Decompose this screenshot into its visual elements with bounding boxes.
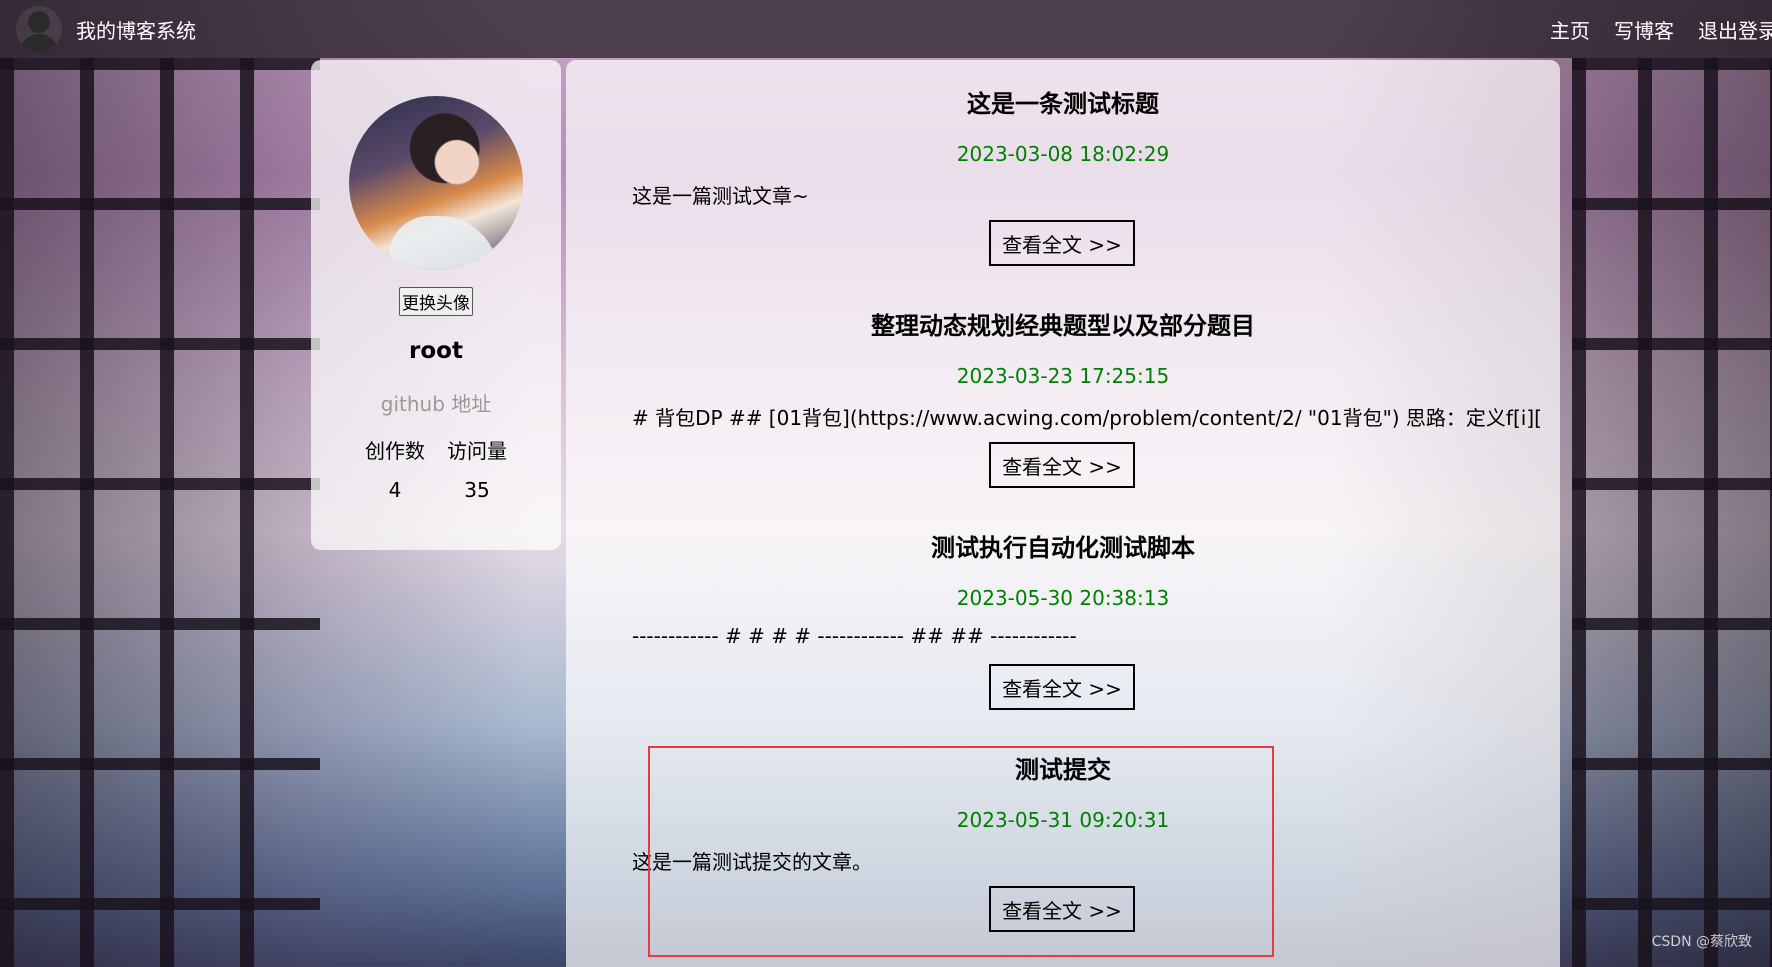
profile-stats: 创作数 4 访问量 35 xyxy=(311,435,561,502)
nav-links: 主页 写博客 退出登录 xyxy=(1526,0,1772,58)
article-list: 这是一条测试标题 2023-03-08 18:02:29 这是一篇测试文章~ 查… xyxy=(566,60,1560,967)
stat-value: 4 xyxy=(388,478,402,502)
article-summary: 这是一篇测试文章~ xyxy=(632,184,809,208)
background-window-frame-right xyxy=(1572,58,1772,967)
article-date: 2023-05-30 20:38:13 xyxy=(956,586,1170,610)
article-date: 2023-03-23 17:25:15 xyxy=(956,364,1170,388)
github-link[interactable]: github 地址 xyxy=(311,388,561,417)
watermark: CSDN @蔡欣致 xyxy=(1651,934,1752,950)
read-more-button[interactable]: 查看全文 >> xyxy=(989,886,1135,932)
change-avatar-button[interactable]: 更换头像 xyxy=(399,287,473,316)
article-item: 这是一条测试标题 2023-03-08 18:02:29 这是一篇测试文章~ 查… xyxy=(566,60,1560,282)
stat-label: 访问量 xyxy=(447,439,507,463)
nav-logout-link[interactable]: 退出登录 xyxy=(1698,15,1772,44)
article-date: 2023-05-31 09:20:31 xyxy=(956,808,1170,832)
nav-home-link[interactable]: 主页 xyxy=(1550,15,1590,44)
avatar xyxy=(349,96,523,270)
article-item: 整理动态规划经典题型以及部分题目 2023-03-23 17:25:15 # 背… xyxy=(566,282,1560,504)
nav-write-blog-link[interactable]: 写博客 xyxy=(1614,15,1674,44)
article-title: 测试执行自动化测试脚本 xyxy=(931,534,1195,562)
navigation-bar: 我的博客系统 主页 写博客 退出登录 xyxy=(0,0,1772,58)
article-date: 2023-03-08 18:02:29 xyxy=(956,142,1170,166)
stat-value: 35 xyxy=(464,478,490,502)
article-title: 整理动态规划经典题型以及部分题目 xyxy=(871,312,1255,340)
background-window-frame-left xyxy=(0,58,320,967)
stat-views: 访问量 35 xyxy=(436,435,518,502)
profile-card: 更换头像 root github 地址 创作数 4 访问量 35 xyxy=(311,60,561,550)
article-item: 测试执行自动化测试脚本 2023-05-30 20:38:13 --------… xyxy=(566,504,1560,726)
read-more-button[interactable]: 查看全文 >> xyxy=(989,442,1135,488)
article-summary: ------------ # # # # ------------ ## ## … xyxy=(632,624,1077,648)
read-more-button[interactable]: 查看全文 >> xyxy=(989,220,1135,266)
article-summary: 这是一篇测试提交的文章。 xyxy=(632,850,872,874)
article-title: 这是一条测试标题 xyxy=(967,90,1159,118)
article-item: 测试提交 2023-05-31 09:20:31 这是一篇测试提交的文章。 查看… xyxy=(566,726,1560,948)
read-more-button[interactable]: 查看全文 >> xyxy=(989,664,1135,710)
stat-label: 创作数 xyxy=(365,439,425,463)
user-logo-icon xyxy=(16,6,62,52)
article-title: 测试提交 xyxy=(1015,756,1111,784)
stat-articles: 创作数 4 xyxy=(354,435,436,502)
article-summary: # 背包DP ## [01背包](https://www.acwing.com/… xyxy=(632,406,1540,430)
username: root xyxy=(409,338,463,364)
site-title: 我的博客系统 xyxy=(76,18,196,43)
